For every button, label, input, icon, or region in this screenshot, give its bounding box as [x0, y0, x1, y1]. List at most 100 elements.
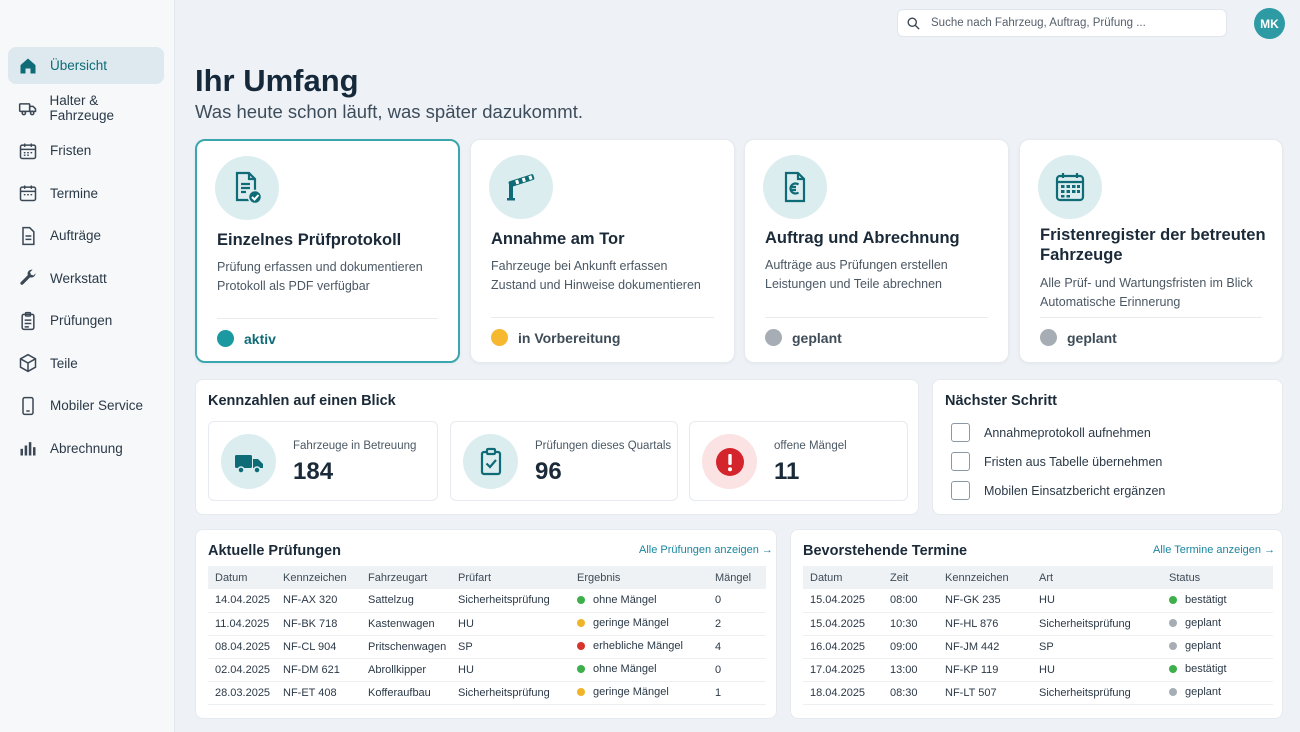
- status-dot: [577, 688, 585, 696]
- date-cell: 16.04.2025: [803, 635, 883, 659]
- status-cell: ohne Mängel: [570, 658, 708, 682]
- status-cell: geplant: [1162, 681, 1273, 705]
- checkbox[interactable]: [951, 423, 970, 442]
- kpi-label: Fahrzeuge in Betreuung: [293, 440, 417, 452]
- all-inspections-link[interactable]: Alle Prüfungen anzeigen →: [639, 544, 773, 556]
- sidebar-item-termine[interactable]: Termine: [8, 175, 164, 212]
- date-cell: 08.04.2025: [208, 635, 276, 659]
- module-card-auftrag[interactable]: Auftrag und Abrechnung Aufträge aus Prüf…: [744, 139, 1009, 363]
- status-badge: geplant: [1040, 329, 1117, 346]
- module-card-pruefprotokoll[interactable]: Einzelnes Prüfprotokoll Prüfung erfassen…: [195, 139, 460, 363]
- status-badge: aktiv: [217, 330, 276, 347]
- status-dot: [1169, 642, 1177, 650]
- avatar[interactable]: MK: [1254, 8, 1285, 39]
- sidebar-item-mobiler-service[interactable]: Mobiler Service: [8, 387, 164, 424]
- table-row[interactable]: 14.04.2025 NF-AX 320 Sattelzug Sicherheitsp…: [208, 589, 766, 613]
- date-cell: 15.04.2025: [803, 612, 883, 636]
- column-header[interactable]: Prüfart: [451, 566, 570, 589]
- module-desc-line2: Zustand und Hinweise dokumentieren: [491, 278, 701, 292]
- module-title: Fristenregister der betreuten Fahrzeuge: [1040, 226, 1266, 264]
- column-header[interactable]: Status: [1162, 566, 1273, 589]
- status-label: geplant: [1185, 640, 1222, 652]
- column-header[interactable]: Datum: [803, 566, 883, 589]
- table-row[interactable]: 18.04.2025 08:30 NF-LT 507 Sicherheitsprüfu…: [803, 681, 1273, 705]
- checkbox[interactable]: [951, 452, 970, 471]
- plate-cell: NF-GK 235: [938, 589, 1032, 613]
- table-row[interactable]: 11.04.2025 NF-BK 718 Kastenwagen HU geringe …: [208, 612, 766, 636]
- search-input[interactable]: [931, 17, 1211, 29]
- column-header[interactable]: Zeit: [883, 566, 938, 589]
- type-cell: Sicherheitsprüfung: [1032, 612, 1162, 636]
- sidebar-item-pruefungen[interactable]: Prüfungen: [8, 302, 164, 339]
- status-label: bestätigt: [1185, 663, 1227, 675]
- divider: [1040, 317, 1262, 318]
- todo-item[interactable]: Annahmeprotokoll aufnehmen: [951, 423, 1151, 442]
- module-card-fristenregister[interactable]: Fristenregister der betreuten Fahrzeuge …: [1019, 139, 1283, 363]
- defects-cell: 4: [708, 635, 766, 659]
- date-cell: 18.04.2025: [803, 681, 883, 705]
- todo-label: Mobilen Einsatzbericht ergänzen: [984, 483, 1166, 498]
- table-row[interactable]: 17.04.2025 13:00 NF-KP 119 HU bestätigt: [803, 658, 1273, 682]
- status-cell: ohne Mängel: [570, 589, 708, 613]
- result-badge: geringe Mängel: [577, 686, 669, 698]
- column-header[interactable]: Art: [1032, 566, 1162, 589]
- kpi-card-fahrzeuge: Fahrzeuge in Betreuung 184: [208, 421, 438, 501]
- table-row[interactable]: 08.04.2025 NF-CL 904 Pritschenwagen SP erheb…: [208, 635, 766, 659]
- sidebar-item-label: Prüfungen: [50, 313, 113, 328]
- column-header[interactable]: Kennzeichen: [938, 566, 1032, 589]
- plate-cell: NF-ET 408: [276, 681, 361, 705]
- phone-icon: [17, 395, 39, 417]
- column-header[interactable]: Datum: [208, 566, 276, 589]
- table-row[interactable]: 16.04.2025 09:00 NF-JM 442 SP geplant: [803, 635, 1273, 659]
- plate-cell: NF-KP 119: [938, 658, 1032, 682]
- status-label: aktiv: [244, 330, 276, 347]
- search-icon: [907, 17, 920, 30]
- status-badge: geplant: [765, 329, 842, 346]
- divider: [491, 317, 714, 318]
- defects-cell: 0: [708, 589, 766, 613]
- date-cell: 17.04.2025: [803, 658, 883, 682]
- column-header[interactable]: Mängel: [708, 566, 766, 589]
- todo-label: Fristen aus Tabelle übernehmen: [984, 454, 1163, 469]
- sidebar-item-fristen[interactable]: Fristen: [8, 132, 164, 169]
- result-badge: ohne Mängel: [577, 663, 657, 675]
- sidebar-item-halter-fahrzeuge[interactable]: Halter & Fahrzeuge: [8, 90, 164, 127]
- inspection-type-cell: HU: [451, 612, 570, 636]
- type-cell: SP: [1032, 635, 1162, 659]
- sidebar-item-werkstatt[interactable]: Werkstatt: [8, 260, 164, 297]
- column-header[interactable]: Ergebnis: [570, 566, 708, 589]
- table-row[interactable]: 28.03.2025 NF-ET 408 Kofferaufbau Sicherhei…: [208, 681, 766, 705]
- table-row[interactable]: 02.04.2025 NF-DM 621 Abrollkipper HU ohne Mä…: [208, 658, 766, 682]
- sidebar-item-label: Aufträge: [50, 228, 102, 243]
- date-cell: 14.04.2025: [208, 589, 276, 613]
- todo-item[interactable]: Mobilen Einsatzbericht ergänzen: [951, 481, 1165, 500]
- table-row[interactable]: 15.04.2025 10:30 NF-HL 876 Sicherheitsprüfu…: [803, 612, 1273, 636]
- status-dot: [217, 330, 234, 347]
- defects-cell: 1: [708, 681, 766, 705]
- sidebar-item-uebersicht[interactable]: Übersicht: [8, 47, 164, 84]
- sidebar-item-abrechnung[interactable]: Abrechnung: [8, 430, 164, 467]
- checkbox[interactable]: [951, 481, 970, 500]
- status-label: in Vorbereitung: [518, 329, 621, 346]
- all-appointments-link[interactable]: Alle Termine anzeigen →: [1153, 544, 1275, 556]
- status-cell: bestätigt: [1162, 658, 1273, 682]
- table-row[interactable]: 15.04.2025 08:00 NF-GK 235 HU bestätigt: [803, 589, 1273, 613]
- sidebar-item-auftraege[interactable]: Aufträge: [8, 217, 164, 254]
- status-label: geringe Mängel: [593, 617, 669, 629]
- todo-item[interactable]: Fristen aus Tabelle übernehmen: [951, 452, 1162, 471]
- status-label: ohne Mängel: [593, 663, 657, 675]
- sidebar-item-label: Termine: [50, 185, 99, 201]
- module-card-annahme[interactable]: Annahme am Tor Fahrzeuge bei Ankunft erf…: [470, 139, 735, 363]
- time-cell: 08:30: [883, 681, 938, 705]
- sidebar-item-teile[interactable]: Teile: [8, 345, 164, 382]
- calendar-icon: [1038, 155, 1102, 219]
- plate-cell: NF-JM 442: [938, 635, 1032, 659]
- kpi-label: Prüfungen dieses Quartals: [535, 440, 672, 452]
- vehicle-type-cell: Kofferaufbau: [361, 681, 451, 705]
- column-header[interactable]: Fahrzeugart: [361, 566, 451, 589]
- column-header[interactable]: Kennzeichen: [276, 566, 361, 589]
- status-cell: geringe Mängel: [570, 612, 708, 636]
- result-badge: geplant: [1169, 686, 1221, 698]
- table-header-row: Datum Kennzeichen Fahrzeugart Prüfart Er…: [208, 566, 766, 589]
- plate-cell: NF-BK 718: [276, 612, 361, 636]
